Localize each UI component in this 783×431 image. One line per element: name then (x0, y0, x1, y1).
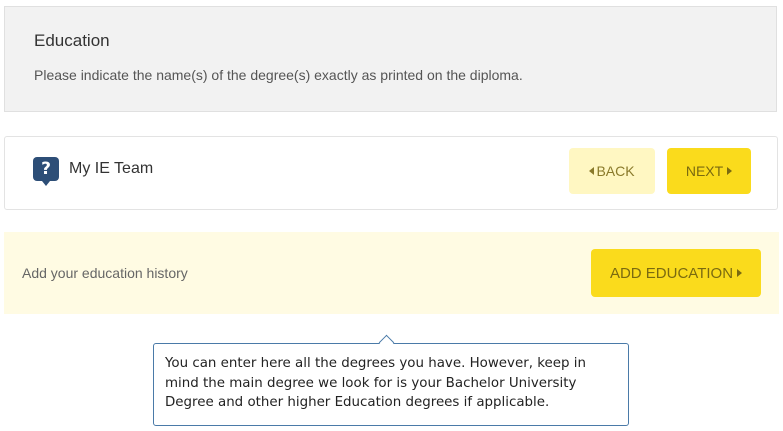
education-header-panel: Education Please indicate the name(s) of… (4, 6, 777, 112)
page: Education Please indicate the name(s) of… (0, 0, 783, 431)
education-history-label: Add your education history (22, 265, 188, 281)
tooltip-arrow (378, 334, 395, 351)
education-tooltip: You can enter here all the degrees you h… (153, 334, 629, 426)
next-button-label: NEXT (685, 163, 724, 179)
caret-right-icon (737, 269, 743, 277)
team-nav-row: ? My IE Team BACK NEXT (4, 136, 778, 210)
add-education-label: ADD EDUCATION (609, 264, 734, 282)
team-label: My IE Team (69, 160, 154, 177)
caret-left-icon (589, 167, 595, 175)
add-education-button[interactable]: ADD EDUCATION (591, 249, 761, 297)
back-button[interactable]: BACK (569, 148, 655, 194)
page-title: Education (34, 31, 110, 50)
next-button[interactable]: NEXT (667, 148, 751, 194)
tooltip-text: You can enter here all the degrees you h… (165, 356, 586, 410)
education-history-row: Add your education history ADD EDUCATION (4, 232, 779, 314)
caret-right-icon (727, 167, 733, 175)
page-instructions: Please indicate the name(s) of the degre… (34, 67, 523, 83)
back-button-label: BACK (596, 163, 635, 179)
question-mark-icon[interactable]: ? (33, 157, 59, 186)
